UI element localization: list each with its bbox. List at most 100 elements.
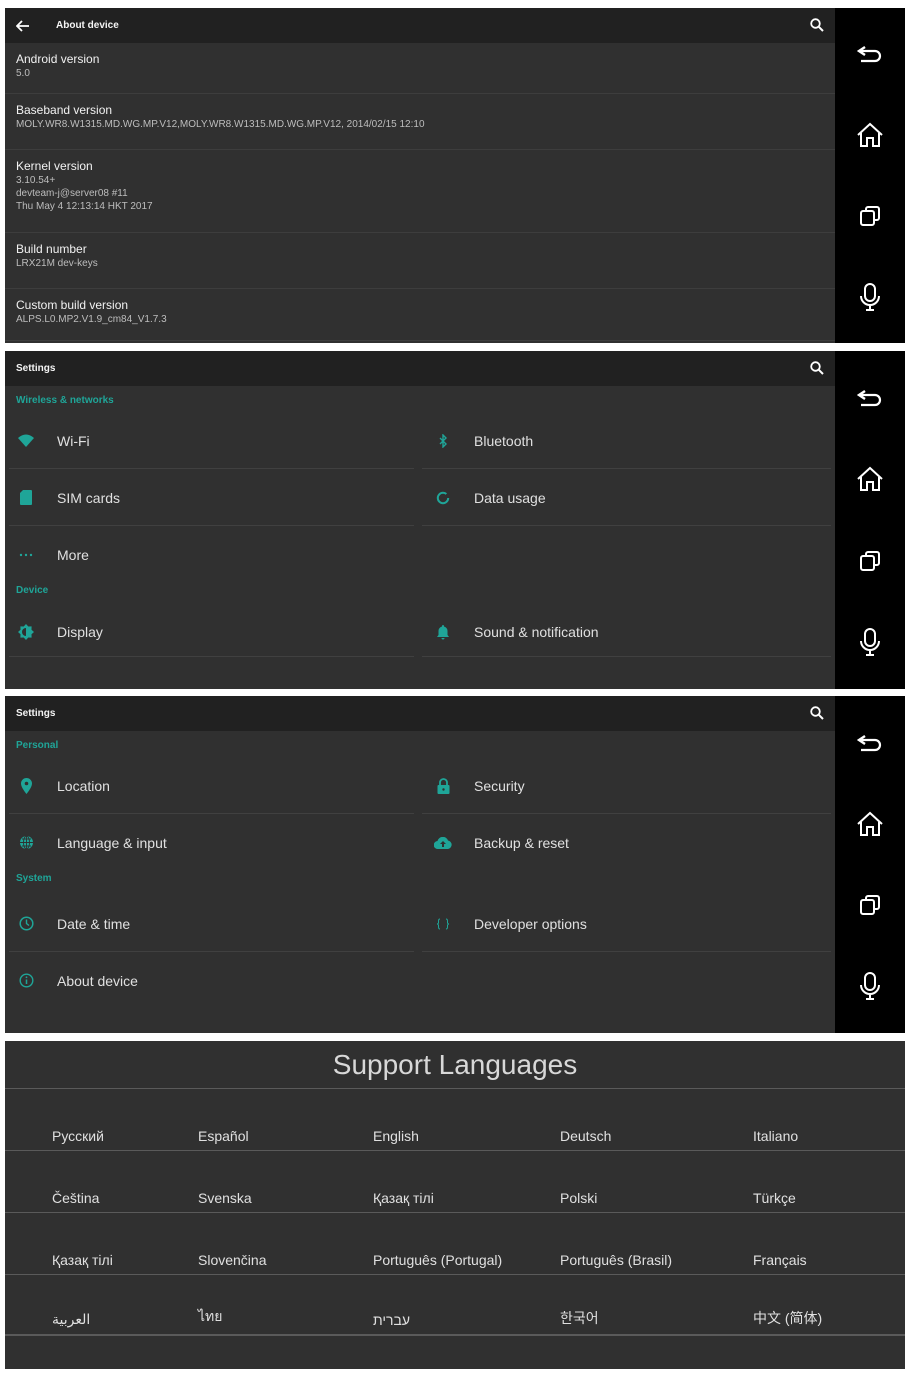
settings-item-location[interactable]: Location <box>5 757 418 814</box>
nav-recents-button[interactable] <box>850 541 890 581</box>
about-item-value: MOLY.WR8.W1315.MD.WG.MP.V12,MOLY.WR8.W13… <box>16 119 425 130</box>
search-icon <box>810 361 824 375</box>
app-bar: Settings <box>5 696 835 731</box>
home-icon <box>857 811 883 836</box>
language-label: Қазақ тілі <box>52 1252 113 1268</box>
about-item[interactable]: Kernel version 3.10.54+ devteam-j@server08… <box>5 150 835 233</box>
location-icon <box>16 776 36 796</box>
category-header: Device <box>16 585 49 596</box>
settings-item-date-time[interactable]: Date & time <box>5 895 418 952</box>
about-item-label: Baseband version <box>16 103 113 117</box>
home-icon <box>857 466 883 492</box>
about-item-value: 5.0 <box>16 68 30 79</box>
recents-icon <box>860 205 880 226</box>
empty-tile <box>418 526 835 583</box>
about-device-screen: About device Android version 5.0 Baseband … <box>5 8 905 343</box>
about-item-value: devteam-j@server08 #11 <box>16 188 128 199</box>
settings-item-wifi[interactable]: Wi-Fi <box>5 412 418 469</box>
nav-recents-button[interactable] <box>850 885 890 925</box>
nav-back-button[interactable] <box>850 378 890 418</box>
language-label: Қазақ тілі <box>373 1190 434 1206</box>
nav-mic-button[interactable] <box>850 622 890 662</box>
recents-icon <box>860 550 880 571</box>
settings-item-sim-cards[interactable]: SIM cards <box>5 469 418 526</box>
back-icon <box>857 389 882 406</box>
about-item-label: Build number <box>16 242 87 256</box>
globe-icon <box>16 833 36 853</box>
search-button[interactable] <box>809 17 825 33</box>
language-label: Español <box>198 1128 249 1144</box>
nav-mic-button[interactable] <box>850 966 890 1006</box>
more-icon <box>16 545 36 565</box>
bell-icon <box>433 622 453 642</box>
settings-item-label: Bluetooth <box>474 432 534 449</box>
nav-recents-button[interactable] <box>850 196 890 236</box>
nav-home-button[interactable] <box>850 115 890 155</box>
back-button[interactable] <box>16 17 34 35</box>
settings-item-sound[interactable]: Sound & notification <box>418 607 835 657</box>
nav-mic-button[interactable] <box>850 277 890 317</box>
category-header: Personal <box>16 740 59 751</box>
back-icon <box>857 46 882 63</box>
settings-item-more[interactable]: More <box>5 526 418 583</box>
data-usage-icon <box>433 488 453 508</box>
about-item-value: LRX21M dev-keys <box>16 258 98 269</box>
language-label: Русский <box>52 1128 104 1144</box>
app-bar: Settings <box>5 351 835 386</box>
recents-icon <box>860 895 880 916</box>
language-row: Қазақ тілі Slovenčina Português (Portugal)… <box>5 1213 905 1275</box>
language-label: Português (Portugal) <box>373 1252 503 1268</box>
page-title: Settings <box>16 708 56 719</box>
settings-item-label: Data usage <box>474 489 546 506</box>
back-icon <box>857 734 882 751</box>
navigation-bar <box>835 8 905 343</box>
language-label: 中文 (简体) <box>753 1310 823 1326</box>
settings-item-label: Sound & notification <box>474 624 599 640</box>
nav-home-button[interactable] <box>850 804 890 844</box>
search-button[interactable] <box>809 360 825 376</box>
settings-item-security[interactable]: Security <box>418 757 835 814</box>
languages-footer <box>5 1335 905 1365</box>
settings-screen-1: Settings Wireless & networks Wi-Fi Bluet… <box>5 351 905 689</box>
settings-item-display[interactable]: Display <box>5 607 418 657</box>
nav-home-button[interactable] <box>850 459 890 499</box>
about-item-value: ALPS.L0.MP2.V1.9_cm84_V1.7.3 <box>16 314 167 325</box>
about-list: Android version 5.0 Baseband version MOLY.W… <box>5 43 835 341</box>
settings-item-developer[interactable]: Developer options <box>418 895 835 952</box>
app-bar: About device <box>5 8 835 43</box>
navigation-bar <box>835 696 905 1033</box>
sim-card-icon <box>16 488 36 508</box>
search-button[interactable] <box>809 705 825 721</box>
language-row: Čeština Svenska Қазақ тілі Polski Türkçe <box>5 1151 905 1213</box>
mic-icon <box>860 628 880 657</box>
about-item[interactable]: Android version 5.0 <box>5 43 835 94</box>
wifi-icon <box>16 431 36 451</box>
settings-item-label: Backup & reset <box>474 834 569 851</box>
settings-screen-2: Settings Personal Location Security Lang… <box>5 696 905 1033</box>
settings-item-label: SIM cards <box>57 489 121 506</box>
settings-item-backup[interactable]: Backup & reset <box>418 814 835 871</box>
empty-tile <box>418 952 835 1009</box>
settings-item-data-usage[interactable]: Data usage <box>418 469 835 526</box>
language-label: עברית <box>373 1312 411 1328</box>
language-label: Polski <box>560 1190 598 1206</box>
nav-back-button[interactable] <box>850 34 890 74</box>
about-item[interactable]: Baseband version MOLY.WR8.W1315.MD.WG.MP.… <box>5 94 835 150</box>
nav-back-button[interactable] <box>850 723 890 763</box>
clock-icon <box>16 914 36 934</box>
about-item[interactable]: Custom build version ALPS.L0.MP2.V1.9_cm8… <box>5 289 835 341</box>
language-label: Deutsch <box>560 1128 612 1144</box>
language-label: English <box>373 1128 419 1144</box>
settings-item-bluetooth[interactable]: Bluetooth <box>418 412 835 469</box>
language-label: Slovenčina <box>198 1252 267 1268</box>
search-icon <box>810 706 824 720</box>
about-item-label: Kernel version <box>16 159 93 173</box>
mic-icon <box>860 282 880 311</box>
about-item[interactable]: Build number LRX21M dev-keys <box>5 233 835 289</box>
about-item-value: 3.10.54+ <box>16 175 56 186</box>
settings-item-about[interactable]: About device <box>5 952 418 1009</box>
language-label: Português (Brasil) <box>560 1252 673 1268</box>
home-icon <box>857 122 883 148</box>
language-row: العربية ไทย עברית 한국어 中文 (简体) <box>5 1275 905 1335</box>
settings-item-language[interactable]: Language & input <box>5 814 418 871</box>
